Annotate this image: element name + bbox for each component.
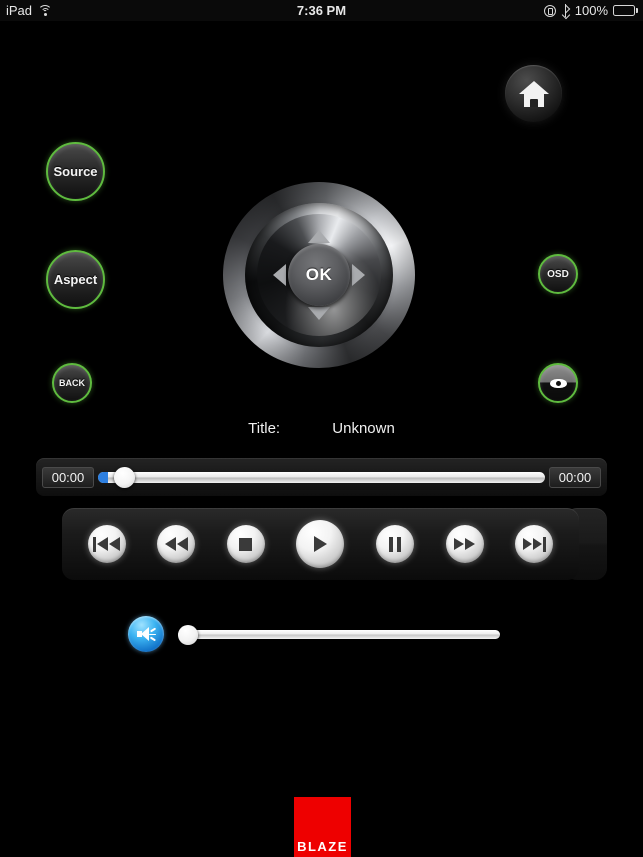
speaker-icon [136,626,156,642]
dpad-face: OK [257,214,381,336]
title-value: Unknown [332,420,395,437]
osd-button-label: OSD [547,268,569,280]
status-bar-right: 100% [543,0,638,21]
arrow-left-icon[interactable] [273,264,286,286]
fast-forward-icon [454,538,476,550]
pause-button[interactable] [376,525,415,563]
play-icon [313,536,327,552]
arrow-up-icon[interactable] [308,230,330,243]
back-button-label: BACK [59,378,85,388]
status-bar: iPad 7:36 PM 100% [0,0,643,21]
seek-slider[interactable] [98,458,545,496]
play-button[interactable] [296,520,345,568]
seek-knob[interactable] [114,466,135,488]
ok-button[interactable]: OK [288,244,350,306]
bluetooth-icon [561,4,571,19]
brand-logo: BLAZE [294,797,351,857]
eye-icon [549,378,567,388]
seek-filled [98,471,108,483]
volume-slider[interactable] [178,625,500,645]
home-icon [518,80,549,107]
volume-track[interactable] [178,630,500,639]
skip-previous-icon [93,536,121,552]
title-row: Title: Unknown [0,420,643,437]
directional-pad[interactable]: OK [223,182,415,368]
source-button-label: Source [53,164,98,179]
transport-buttons [62,508,579,580]
rewind-icon [164,537,188,551]
mute-volume-button[interactable] [128,616,164,652]
aspect-button[interactable]: Aspect [46,250,105,309]
volume-knob[interactable] [178,625,198,645]
arrow-right-icon[interactable] [352,264,365,286]
elapsed-time: 00:00 [42,466,94,488]
back-button[interactable]: BACK [52,363,92,403]
home-button[interactable] [505,65,562,122]
brand-name: BLAZE [297,839,348,854]
source-button[interactable]: Source [46,142,105,201]
skip-next-icon [522,536,546,552]
skip-forward-button[interactable] [515,525,554,563]
pause-icon [389,536,402,552]
aspect-button-label: Aspect [53,272,98,287]
rewind-button[interactable] [157,525,196,563]
fast-forward-button[interactable] [445,525,484,563]
osd-button[interactable]: OSD [538,254,578,294]
seek-track[interactable] [98,471,545,483]
battery-percent-label: 100% [574,3,608,18]
remaining-time: 00:00 [549,466,601,488]
info-eye-button[interactable] [538,363,578,403]
stop-icon [239,537,253,551]
ok-button-label: OK [305,265,333,284]
remote-control-app: iPad 7:36 PM 100% Source Aspect BACK OSD [0,0,643,857]
rotation-lock-icon [543,4,556,17]
seek-panel: 00:00 00:00 [36,458,607,496]
stop-button[interactable] [226,525,265,563]
dpad-inner-ring: OK [245,203,393,347]
skip-back-button[interactable] [87,525,126,563]
arrow-down-icon[interactable] [308,307,330,320]
battery-icon [613,5,638,16]
title-label: Title: [248,420,281,437]
